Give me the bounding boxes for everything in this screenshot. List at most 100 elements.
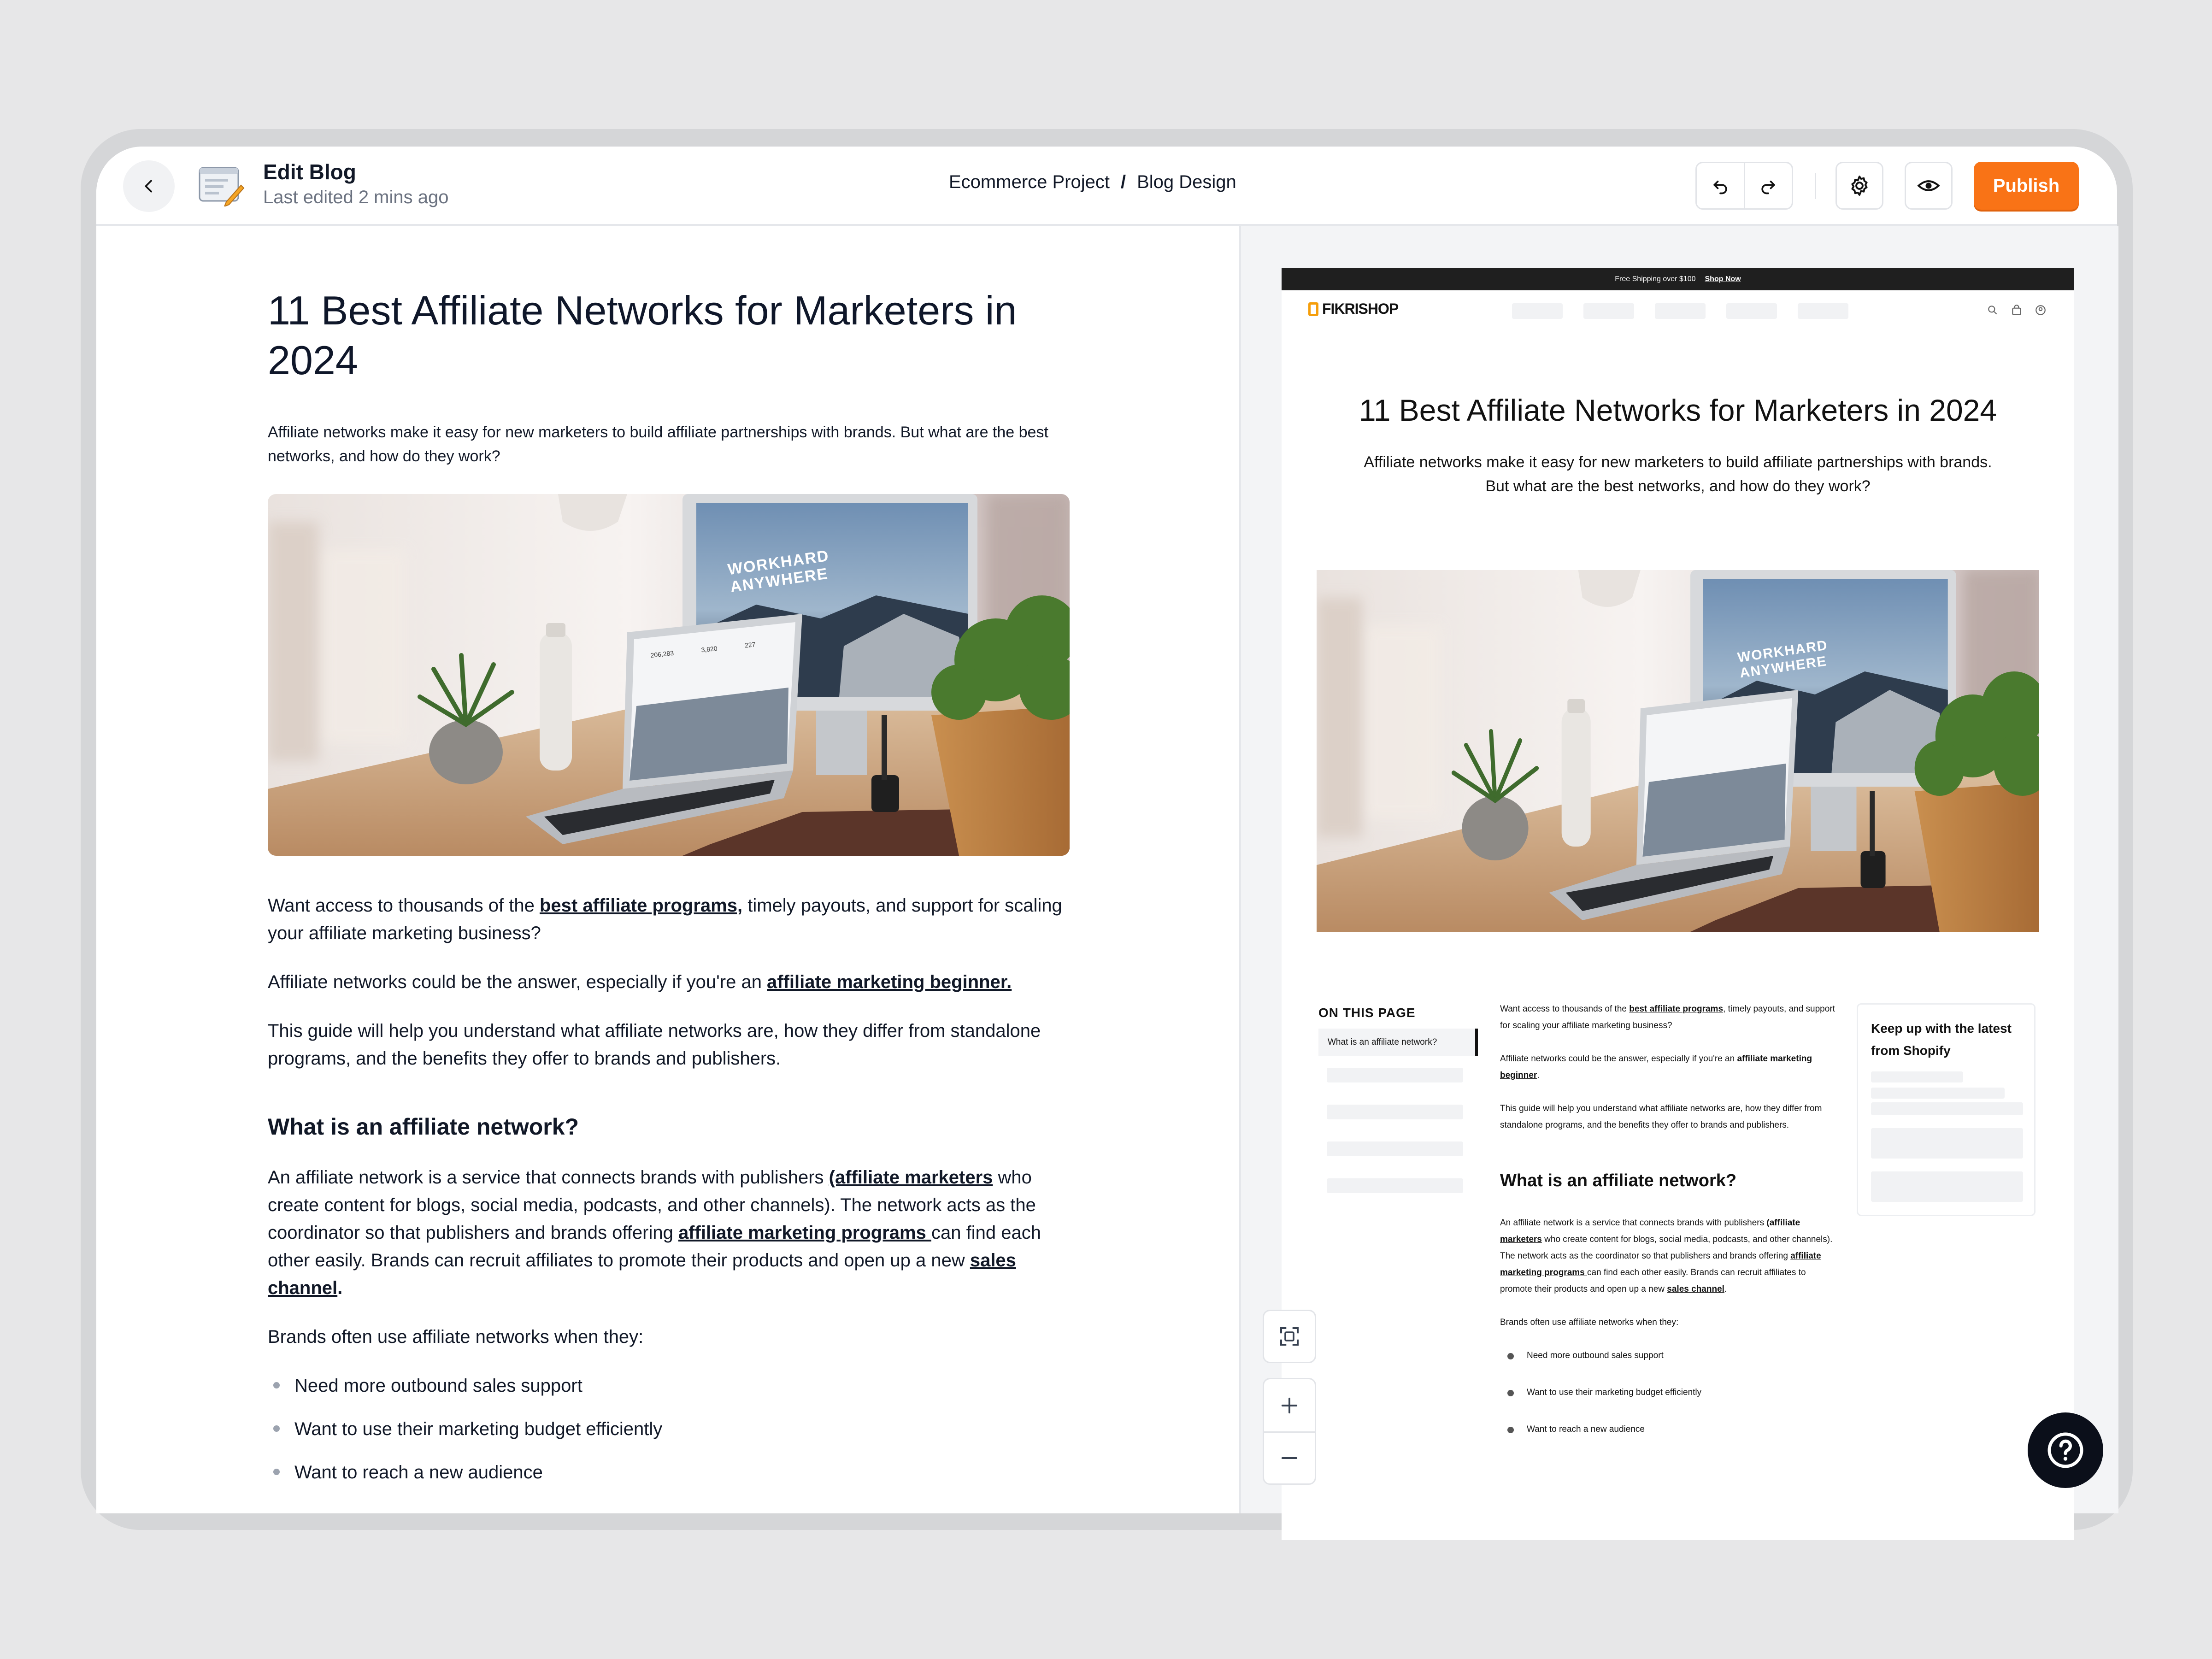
paragraph: An affiliate network is a service that c… xyxy=(1500,1215,1836,1298)
text: Affiliate networks could be the answer, … xyxy=(268,972,767,992)
link-sales-channel[interactable]: sales channel xyxy=(1667,1284,1724,1294)
document-edit-icon xyxy=(199,167,245,206)
email-input-placeholder[interactable] xyxy=(1871,1128,2023,1159)
list-item: Need more outbound sales support xyxy=(1500,1347,1836,1364)
list-item[interactable]: Want to use their marketing budget effic… xyxy=(268,1415,1070,1443)
text: Affiliate networks could be the answer, … xyxy=(1500,1054,1737,1064)
top-bar: Edit Blog Last edited 2 mins ago Ecommer… xyxy=(96,147,2117,226)
paragraph: This guide will help you understand what… xyxy=(1500,1104,1822,1130)
zoom-in-button[interactable] xyxy=(1264,1379,1315,1433)
nav-placeholder xyxy=(1512,303,1563,319)
store-logo[interactable]: FIKRISHOP xyxy=(1308,300,1399,318)
history-controls xyxy=(1695,162,1793,210)
breadcrumb-project[interactable]: Ecommerce Project xyxy=(949,172,1110,192)
preview-button[interactable] xyxy=(1905,162,1953,210)
card-placeholder xyxy=(1871,1071,1963,1082)
promo-link[interactable]: Shop Now xyxy=(1705,275,1741,283)
plus-icon xyxy=(1281,1397,1298,1413)
promo-bar: Free Shipping over $100 Shop Now xyxy=(1282,268,2074,290)
preview-frame[interactable]: Free Shipping over $100 Shop Now FIKRISH… xyxy=(1282,268,2074,1540)
publish-button[interactable]: Publish xyxy=(1974,162,2079,210)
preview-hero-image: WORKHARD ANYWHERE xyxy=(1317,570,2039,932)
card-placeholder xyxy=(1871,1088,2005,1099)
paragraph[interactable]: Affiliate networks could be the answer, … xyxy=(268,968,1070,996)
last-edited-text: Last edited 2 mins ago xyxy=(263,187,449,207)
undo-button[interactable] xyxy=(1697,163,1744,208)
text: . xyxy=(1537,1071,1540,1080)
link-best-affiliate-programs[interactable]: best affiliate programs, xyxy=(540,895,742,916)
nav-placeholder xyxy=(1583,303,1634,319)
redo-icon xyxy=(1761,181,1775,194)
nav-placeholder xyxy=(1655,303,1706,319)
paragraph: Affiliate networks could be the answer, … xyxy=(1500,1051,1836,1084)
list-item[interactable]: Want to reach a new audience xyxy=(268,1459,1070,1486)
bag-icon xyxy=(2012,305,2021,315)
toc-placeholder xyxy=(1327,1141,1463,1156)
text: Want access to thousands of the xyxy=(1500,1004,1630,1014)
nav-placeholder xyxy=(1726,303,1777,319)
zoom-out-button[interactable] xyxy=(1264,1433,1315,1483)
text: . xyxy=(1724,1284,1727,1294)
logo-mark xyxy=(1308,302,1318,316)
breadcrumb-page[interactable]: Blog Design xyxy=(1137,172,1236,192)
list-item[interactable]: Need more outbound sales support xyxy=(268,1372,1070,1400)
text: who create content for blogs, social med… xyxy=(1500,1235,1833,1261)
toc-item-active[interactable]: What is an affiliate network? xyxy=(1318,1029,1478,1056)
question-icon xyxy=(2047,1432,2083,1468)
editor-body[interactable]: Want access to thousands of the best aff… xyxy=(268,892,1070,1502)
list-item: Want to reach a new audience xyxy=(1500,1421,1836,1438)
text: . xyxy=(337,1278,343,1298)
subscribe-button-placeholder[interactable] xyxy=(1871,1171,2023,1202)
paragraph[interactable]: Brands often use affiliate networks when… xyxy=(268,1323,1070,1351)
paragraph[interactable]: An affiliate network is a service that c… xyxy=(268,1164,1070,1302)
preview-article: Want access to thousands of the best aff… xyxy=(1500,1001,1836,1458)
editor-hero-image[interactable]: WORKHARD ANYWHERE 206,283 3,820 227 xyxy=(268,494,1070,856)
link-affiliate-marketing-programs[interactable]: affiliate marketing programs xyxy=(678,1223,931,1243)
link-affiliate-marketers[interactable]: (affiliate marketers xyxy=(829,1167,993,1188)
preview-pane: Free Shipping over $100 Shop Now FIKRISH… xyxy=(1239,226,2118,1540)
paragraph[interactable]: This guide will help you understand what… xyxy=(268,1017,1070,1072)
section-heading: What is an affiliate network? xyxy=(1500,1171,1737,1190)
toc-heading: ON THIS PAGE xyxy=(1318,1006,1416,1020)
page-title: Edit Blog xyxy=(263,160,356,184)
bullet-list: Need more outbound sales support Want to… xyxy=(1500,1347,1836,1438)
section-heading[interactable]: What is an affiliate network? xyxy=(268,1113,1070,1141)
user-icon xyxy=(2036,305,2046,315)
toolbar-divider xyxy=(1815,173,1816,199)
newsletter-title: Keep up with the latest from Shopify xyxy=(1871,1021,2012,1058)
eye-icon xyxy=(1917,180,1940,191)
chevron-left-icon xyxy=(145,180,152,193)
search-icon xyxy=(1988,306,1997,315)
card-placeholder xyxy=(1871,1102,2023,1115)
logo-text: FIKRISHOP xyxy=(1322,300,1399,317)
paragraph: Want access to thousands of the best aff… xyxy=(1500,1001,1836,1034)
settings-button[interactable] xyxy=(1835,162,1883,210)
fit-screen-button[interactable] xyxy=(1263,1310,1316,1363)
breadcrumb: Ecommerce Project / Blog Design xyxy=(949,172,1236,193)
fit-screen-icon xyxy=(1280,1327,1299,1346)
link-best-affiliate-programs[interactable]: best affiliate programs xyxy=(1629,1004,1723,1014)
help-button[interactable] xyxy=(2028,1412,2103,1488)
text: An affiliate network is a service that c… xyxy=(1500,1218,1767,1228)
editor-title[interactable]: 11 Best Affiliate Networks for Marketers… xyxy=(268,286,1070,385)
undo-icon xyxy=(1713,181,1727,194)
gear-icon xyxy=(1851,176,1868,196)
paragraph[interactable]: Want access to thousands of the best aff… xyxy=(268,892,1070,947)
bullet-list: Need more outbound sales support Want to… xyxy=(268,1372,1070,1486)
breadcrumb-separator: / xyxy=(1120,172,1126,192)
redo-button[interactable] xyxy=(1743,163,1792,208)
paragraph: Brands often use affiliate networks when… xyxy=(1500,1318,1679,1327)
minus-icon xyxy=(1281,1457,1298,1459)
back-button[interactable] xyxy=(123,160,175,212)
text: Want access to thousands of the xyxy=(268,895,540,916)
link-affiliate-marketing-beginner[interactable]: affiliate marketing beginner. xyxy=(767,972,1012,992)
editor-lead[interactable]: Affiliate networks make it easy for new … xyxy=(268,420,1070,468)
list-item: Want to use their marketing budget effic… xyxy=(1500,1384,1836,1401)
editor-pane: 11 Best Affiliate Networks for Marketers… xyxy=(96,226,1239,1513)
text: An affiliate network is a service that c… xyxy=(268,1167,829,1188)
toc-placeholder xyxy=(1327,1105,1463,1119)
newsletter-card: Keep up with the latest from Shopify xyxy=(1857,1003,2036,1216)
toc-placeholder xyxy=(1327,1178,1463,1193)
nav-placeholder xyxy=(1798,303,1848,319)
zoom-controls xyxy=(1263,1378,1316,1485)
